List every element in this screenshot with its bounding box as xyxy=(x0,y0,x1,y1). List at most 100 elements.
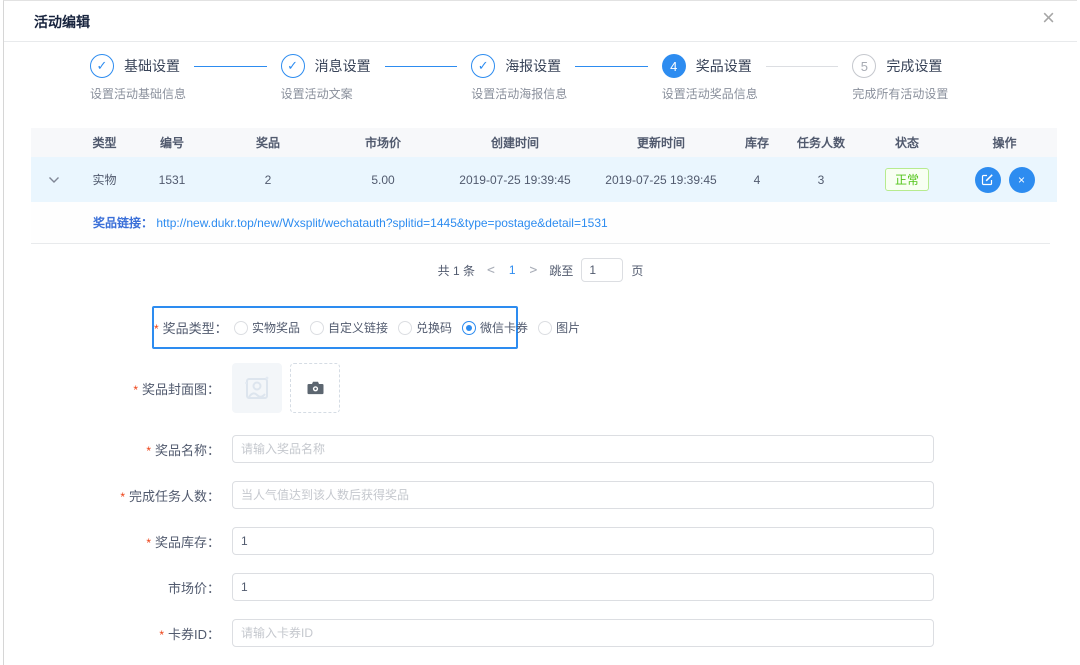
task-people-row: 完成任务人数： xyxy=(4,481,1077,509)
column-header-status: 状态 xyxy=(862,128,952,157)
radio-redeem-code[interactable]: 兑换码 xyxy=(398,319,452,336)
prize-link-row: 奖品链接： http://new.dukr.top/new/Wxsplit/we… xyxy=(31,202,1050,244)
step-title: 消息设置 xyxy=(315,56,371,76)
cell-task-people: 3 xyxy=(780,157,862,202)
coupon-id-input[interactable] xyxy=(232,619,934,647)
prize-stock-label: 奖品库存： xyxy=(4,532,232,551)
expand-column-header xyxy=(31,128,77,157)
check-icon: ✓ xyxy=(90,54,114,78)
prize-type-highlight-box: 奖品类型： 实物奖品 自定义链接 兑换码 微信卡券 xyxy=(152,306,518,349)
page-unit-label: 页 xyxy=(631,262,643,279)
column-header-number: 编号 xyxy=(132,128,212,157)
step-description: 完成所有活动设置 xyxy=(852,85,1043,102)
cell-actions: × xyxy=(952,157,1057,202)
step-description: 设置活动文案 xyxy=(281,85,472,102)
prize-name-label: 奖品名称： xyxy=(4,440,232,459)
radio-label: 兑换码 xyxy=(416,319,452,336)
task-people-input[interactable] xyxy=(232,481,934,509)
column-header-market-price: 市场价 xyxy=(324,128,442,157)
column-header-type: 类型 xyxy=(77,128,132,157)
market-price-input[interactable] xyxy=(232,573,934,601)
column-header-actions: 操作 xyxy=(952,128,1057,157)
pagination-total: 共 1 条 xyxy=(438,262,475,279)
row-expand-toggle[interactable] xyxy=(31,157,77,202)
prize-link-label: 奖品链接： xyxy=(93,216,153,230)
prize-type-radio-group: 实物奖品 自定义链接 兑换码 微信卡券 图片 xyxy=(234,319,580,336)
cell-type: 实物 xyxy=(77,157,132,202)
close-icon: × xyxy=(1018,173,1025,187)
radio-label: 微信卡券 xyxy=(480,319,528,336)
page-number-1[interactable]: 1 xyxy=(507,263,518,277)
next-page-icon[interactable]: > xyxy=(530,263,538,278)
column-header-updated: 更新时间 xyxy=(588,128,734,157)
prize-link-url[interactable]: http://new.dukr.top/new/Wxsplit/wechatau… xyxy=(156,216,607,230)
cover-image-row: 奖品封面图： xyxy=(4,363,1077,413)
jump-page-input[interactable] xyxy=(581,258,623,282)
jump-to-label: 跳至 xyxy=(549,262,573,279)
cell-market-price: 5.00 xyxy=(324,157,442,202)
step-prize-settings[interactable]: 4 奖品设置 设置活动奖品信息 xyxy=(662,54,853,102)
upload-image-button[interactable] xyxy=(290,363,340,413)
pagination: 共 1 条 < 1 > 跳至 页 xyxy=(4,258,1077,282)
prize-table: 类型 编号 奖品 市场价 创建时间 更新时间 库存 任务人数 状态 操作 xyxy=(31,128,1050,244)
cell-prize: 2 xyxy=(212,157,324,202)
radio-physical-prize[interactable]: 实物奖品 xyxy=(234,319,300,336)
step-poster-settings[interactable]: ✓ 海报设置 设置活动海报信息 xyxy=(471,54,662,102)
delete-button[interactable]: × xyxy=(1009,167,1035,193)
step-title: 奖品设置 xyxy=(696,56,752,76)
camera-icon xyxy=(307,381,324,395)
image-placeholder-icon xyxy=(240,371,274,405)
step-wizard: ✓ 基础设置 设置活动基础信息 ✓ 消息设置 设置活动文案 ✓ 海报设置 设置活… xyxy=(4,42,1077,112)
step-basic-settings[interactable]: ✓ 基础设置 设置活动基础信息 xyxy=(90,54,281,102)
task-people-label: 完成任务人数： xyxy=(4,486,232,505)
cover-image-thumbnail[interactable] xyxy=(232,363,282,413)
radio-image[interactable]: 图片 xyxy=(538,319,580,336)
step-finish-settings[interactable]: 5 完成设置 完成所有活动设置 xyxy=(852,54,1043,102)
step-connector xyxy=(575,66,648,67)
cover-image-label: 奖品封面图： xyxy=(4,363,232,398)
radio-label: 实物奖品 xyxy=(252,319,300,336)
edit-button[interactable] xyxy=(975,167,1001,193)
step-connector xyxy=(766,66,839,67)
prize-form: 奖品类型： 实物奖品 自定义链接 兑换码 微信卡券 xyxy=(4,306,1077,647)
close-icon[interactable]: × xyxy=(1042,7,1055,29)
prize-name-input[interactable] xyxy=(232,435,934,463)
check-icon: ✓ xyxy=(471,54,495,78)
cell-updated-at: 2019-07-25 19:39:45 xyxy=(588,157,734,202)
column-header-stock: 库存 xyxy=(734,128,780,157)
prize-stock-row: 奖品库存： xyxy=(4,527,1077,555)
table-row: 实物 1531 2 5.00 2019-07-25 19:39:45 2019-… xyxy=(31,157,1057,202)
radio-custom-link[interactable]: 自定义链接 xyxy=(310,319,388,336)
radio-wechat-coupon[interactable]: 微信卡券 xyxy=(462,319,528,336)
step-connector xyxy=(194,66,267,67)
check-icon: ✓ xyxy=(281,54,305,78)
step-description: 设置活动海报信息 xyxy=(471,85,662,102)
radio-selected-icon xyxy=(462,321,476,335)
dialog-header: 活动编辑 × xyxy=(4,1,1077,42)
prize-name-row: 奖品名称： xyxy=(4,435,1077,463)
step-description: 设置活动基础信息 xyxy=(90,85,281,102)
status-badge: 正常 xyxy=(885,168,929,191)
prev-page-icon[interactable]: < xyxy=(487,263,495,278)
step-title: 基础设置 xyxy=(124,56,180,76)
coupon-id-row: 卡券ID： xyxy=(4,619,1077,647)
activity-edit-dialog: 活动编辑 × ✓ 基础设置 设置活动基础信息 ✓ 消息设置 设置活动文案 ✓ 海… xyxy=(3,0,1077,665)
column-header-prize: 奖品 xyxy=(212,128,324,157)
prize-stock-input[interactable] xyxy=(232,527,934,555)
prize-type-label: 奖品类型： xyxy=(154,318,234,337)
edit-icon xyxy=(981,173,994,186)
market-price-label: 市场价： xyxy=(4,578,232,597)
cell-stock: 4 xyxy=(734,157,780,202)
step-number: 5 xyxy=(852,54,876,78)
step-description: 设置活动奖品信息 xyxy=(662,85,853,102)
step-message-settings[interactable]: ✓ 消息设置 设置活动文案 xyxy=(281,54,472,102)
table-header-row: 类型 编号 奖品 市场价 创建时间 更新时间 库存 任务人数 状态 操作 xyxy=(31,128,1057,157)
market-price-row: 市场价： xyxy=(4,573,1077,601)
step-title: 海报设置 xyxy=(505,56,561,76)
dialog-title: 活动编辑 xyxy=(34,14,90,30)
radio-label: 图片 xyxy=(556,319,580,336)
radio-label: 自定义链接 xyxy=(328,319,388,336)
radio-icon xyxy=(538,321,552,335)
step-number: 4 xyxy=(662,54,686,78)
cell-number: 1531 xyxy=(132,157,212,202)
